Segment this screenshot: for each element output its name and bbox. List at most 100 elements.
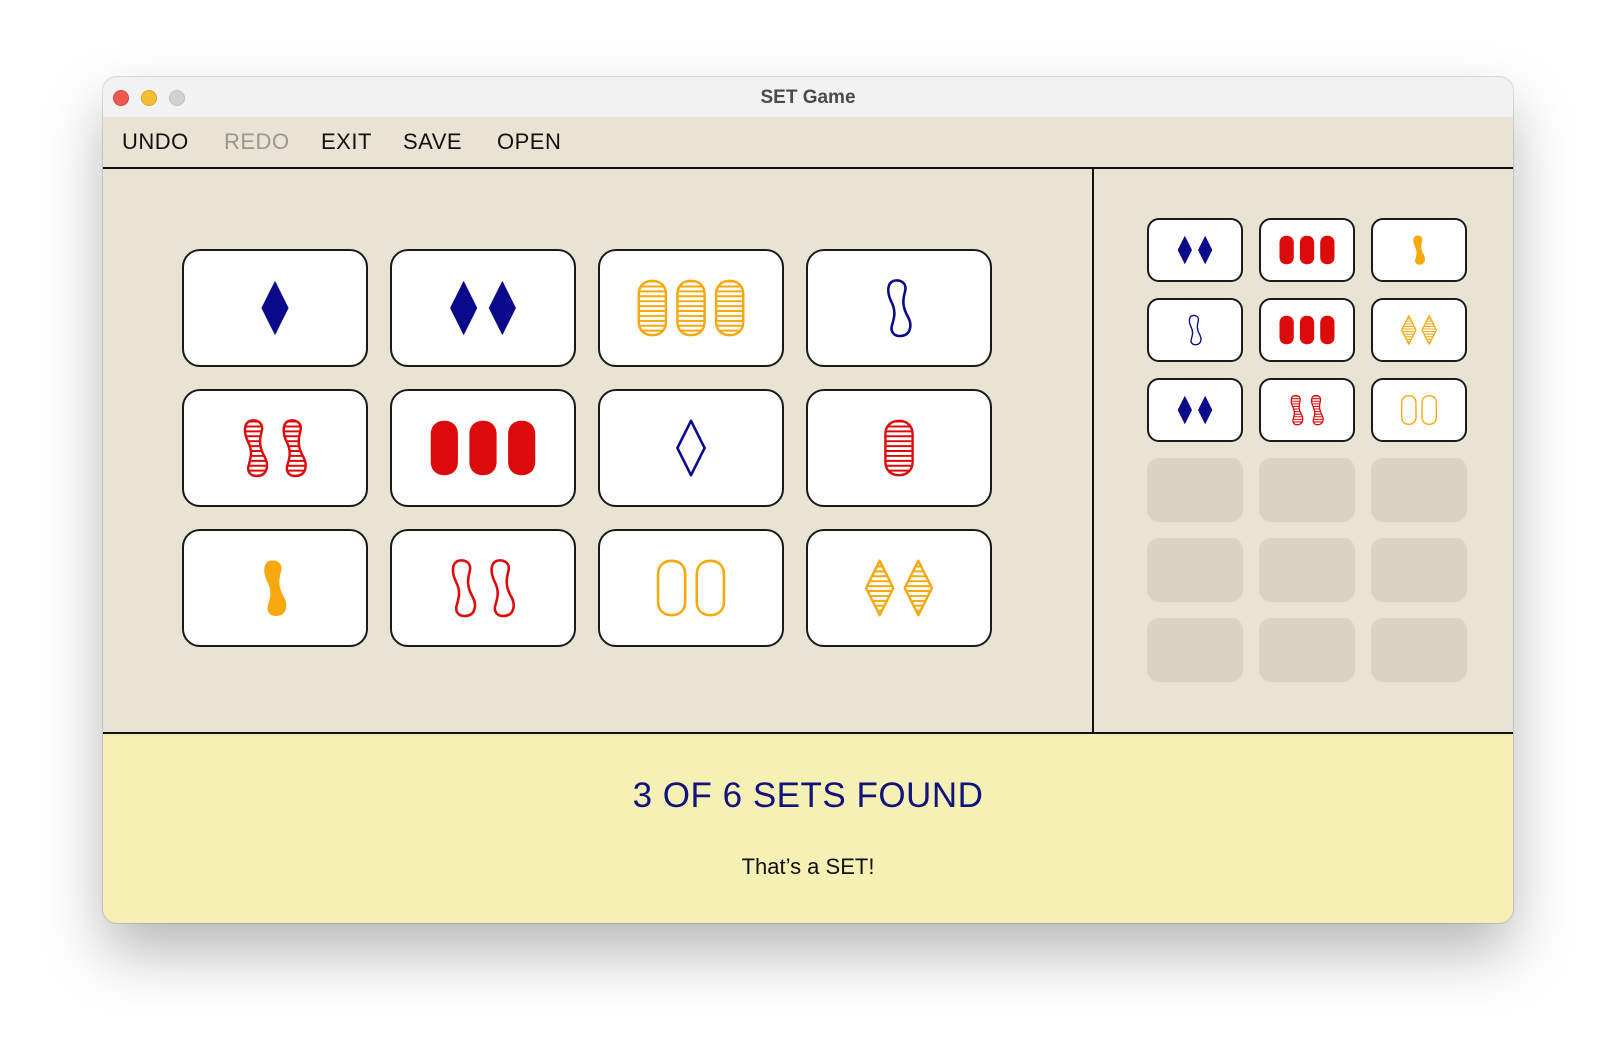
found-set-card[interactable] <box>1259 218 1355 282</box>
squiggle-symbols <box>243 419 307 478</box>
oval-symbol <box>1279 235 1294 265</box>
board-card[interactable] <box>182 529 368 647</box>
redo-menu-item[interactable]: REDO <box>224 129 290 155</box>
exit-menu-item[interactable]: EXIT <box>321 129 372 155</box>
squiggle-symbol <box>887 279 912 338</box>
diamond-symbols <box>676 419 706 477</box>
board-card[interactable] <box>806 249 992 367</box>
squiggle-symbols <box>1413 235 1425 265</box>
found-set-card[interactable] <box>1147 218 1243 282</box>
found-set-card[interactable] <box>1259 298 1355 362</box>
squiggle-symbol <box>1188 314 1202 346</box>
empty-set-slot <box>1147 618 1243 682</box>
oval-symbol <box>430 420 458 476</box>
status-message: That’s a SET! <box>741 854 875 879</box>
diamond-symbols <box>1177 235 1213 265</box>
oval-symbol <box>714 279 745 337</box>
oval-symbol <box>1400 395 1417 425</box>
oval-symbol <box>469 420 497 476</box>
oval-symbol <box>1320 235 1335 265</box>
empty-set-slot <box>1147 538 1243 602</box>
game-board <box>103 169 1094 732</box>
board-card[interactable] <box>598 249 784 367</box>
found-set-card[interactable] <box>1371 218 1467 282</box>
diamond-symbol <box>676 419 706 477</box>
found-set-card[interactable] <box>1147 298 1243 362</box>
sets-found-counter: 3 OF 6 SETS FOUND <box>632 776 984 815</box>
board-card[interactable] <box>182 389 368 507</box>
diamond-symbols <box>450 280 516 336</box>
diamond-symbols <box>864 559 934 617</box>
diamond-symbols <box>1401 315 1437 345</box>
squiggle-symbol <box>282 419 307 478</box>
squiggle-symbols <box>1290 394 1324 426</box>
save-menu-item[interactable]: SAVE <box>403 129 462 155</box>
oval-symbol <box>508 420 536 476</box>
diamond-symbol <box>1177 395 1192 425</box>
found-sets-panel <box>1094 169 1513 732</box>
oval-symbol <box>695 559 726 617</box>
board-card[interactable] <box>390 389 576 507</box>
empty-set-slot <box>1371 618 1467 682</box>
board-card[interactable] <box>806 389 992 507</box>
squiggle-symbols <box>1188 314 1202 346</box>
diamond-symbols <box>1177 395 1213 425</box>
empty-set-slot <box>1259 458 1355 522</box>
squiggle-symbol <box>243 419 269 478</box>
empty-set-slot <box>1259 618 1355 682</box>
menu-bar: UNDO REDO EXIT SAVE OPEN <box>103 117 1513 169</box>
diamond-symbol <box>1198 395 1213 425</box>
board-card[interactable] <box>598 529 784 647</box>
squiggle-symbols <box>264 560 287 617</box>
found-set-card[interactable] <box>1147 378 1243 442</box>
oval-symbols <box>430 420 536 476</box>
empty-set-slot <box>1371 538 1467 602</box>
app-window: SET Game UNDO REDO EXIT SAVE OPEN 3 OF 6… <box>103 77 1513 923</box>
squiggle-symbol <box>1310 394 1324 426</box>
squiggle-symbols <box>887 279 912 338</box>
oval-symbol <box>676 279 706 337</box>
oval-symbols <box>1400 395 1438 425</box>
squiggle-symbols <box>451 559 515 618</box>
oval-symbols <box>884 419 914 477</box>
oval-symbol <box>1279 315 1294 345</box>
diamond-symbol <box>450 280 478 336</box>
open-menu-item[interactable]: OPEN <box>497 129 561 155</box>
window-title: SET Game <box>760 87 856 108</box>
oval-symbol <box>1320 315 1335 345</box>
diamond-symbol <box>488 280 516 336</box>
diamond-symbol <box>261 280 289 336</box>
oval-symbol <box>637 279 668 337</box>
diamond-symbol <box>1198 235 1213 265</box>
title-bar: SET Game <box>103 77 1513 118</box>
diamond-symbol <box>1177 235 1192 265</box>
board-card[interactable] <box>390 249 576 367</box>
oval-symbols <box>656 559 726 617</box>
board-card[interactable] <box>806 529 992 647</box>
empty-set-slot <box>1147 458 1243 522</box>
oval-symbol <box>1299 315 1315 345</box>
board-card[interactable] <box>598 389 784 507</box>
oval-symbol <box>1421 395 1438 425</box>
diamond-symbol <box>864 559 895 617</box>
diamond-symbols <box>261 280 289 336</box>
oval-symbol <box>656 559 687 617</box>
found-set-card[interactable] <box>1259 378 1355 442</box>
board-card[interactable] <box>390 529 576 647</box>
board-card[interactable] <box>182 249 368 367</box>
status-panel: 3 OF 6 SETS FOUND That’s a SET! <box>103 732 1513 923</box>
oval-symbol <box>1299 235 1315 265</box>
squiggle-symbol <box>1413 235 1425 265</box>
squiggle-symbol <box>264 560 287 617</box>
diamond-symbol <box>903 559 934 617</box>
oval-symbols <box>1279 235 1335 265</box>
squiggle-symbol <box>1290 394 1304 426</box>
squiggle-symbol <box>451 559 477 618</box>
oval-symbols <box>637 279 745 337</box>
empty-set-slot <box>1371 458 1467 522</box>
found-set-card[interactable] <box>1371 378 1467 442</box>
found-set-card[interactable] <box>1371 298 1467 362</box>
oval-symbols <box>1279 315 1335 345</box>
diamond-symbol <box>1401 315 1417 345</box>
undo-menu-item[interactable]: UNDO <box>122 129 189 155</box>
